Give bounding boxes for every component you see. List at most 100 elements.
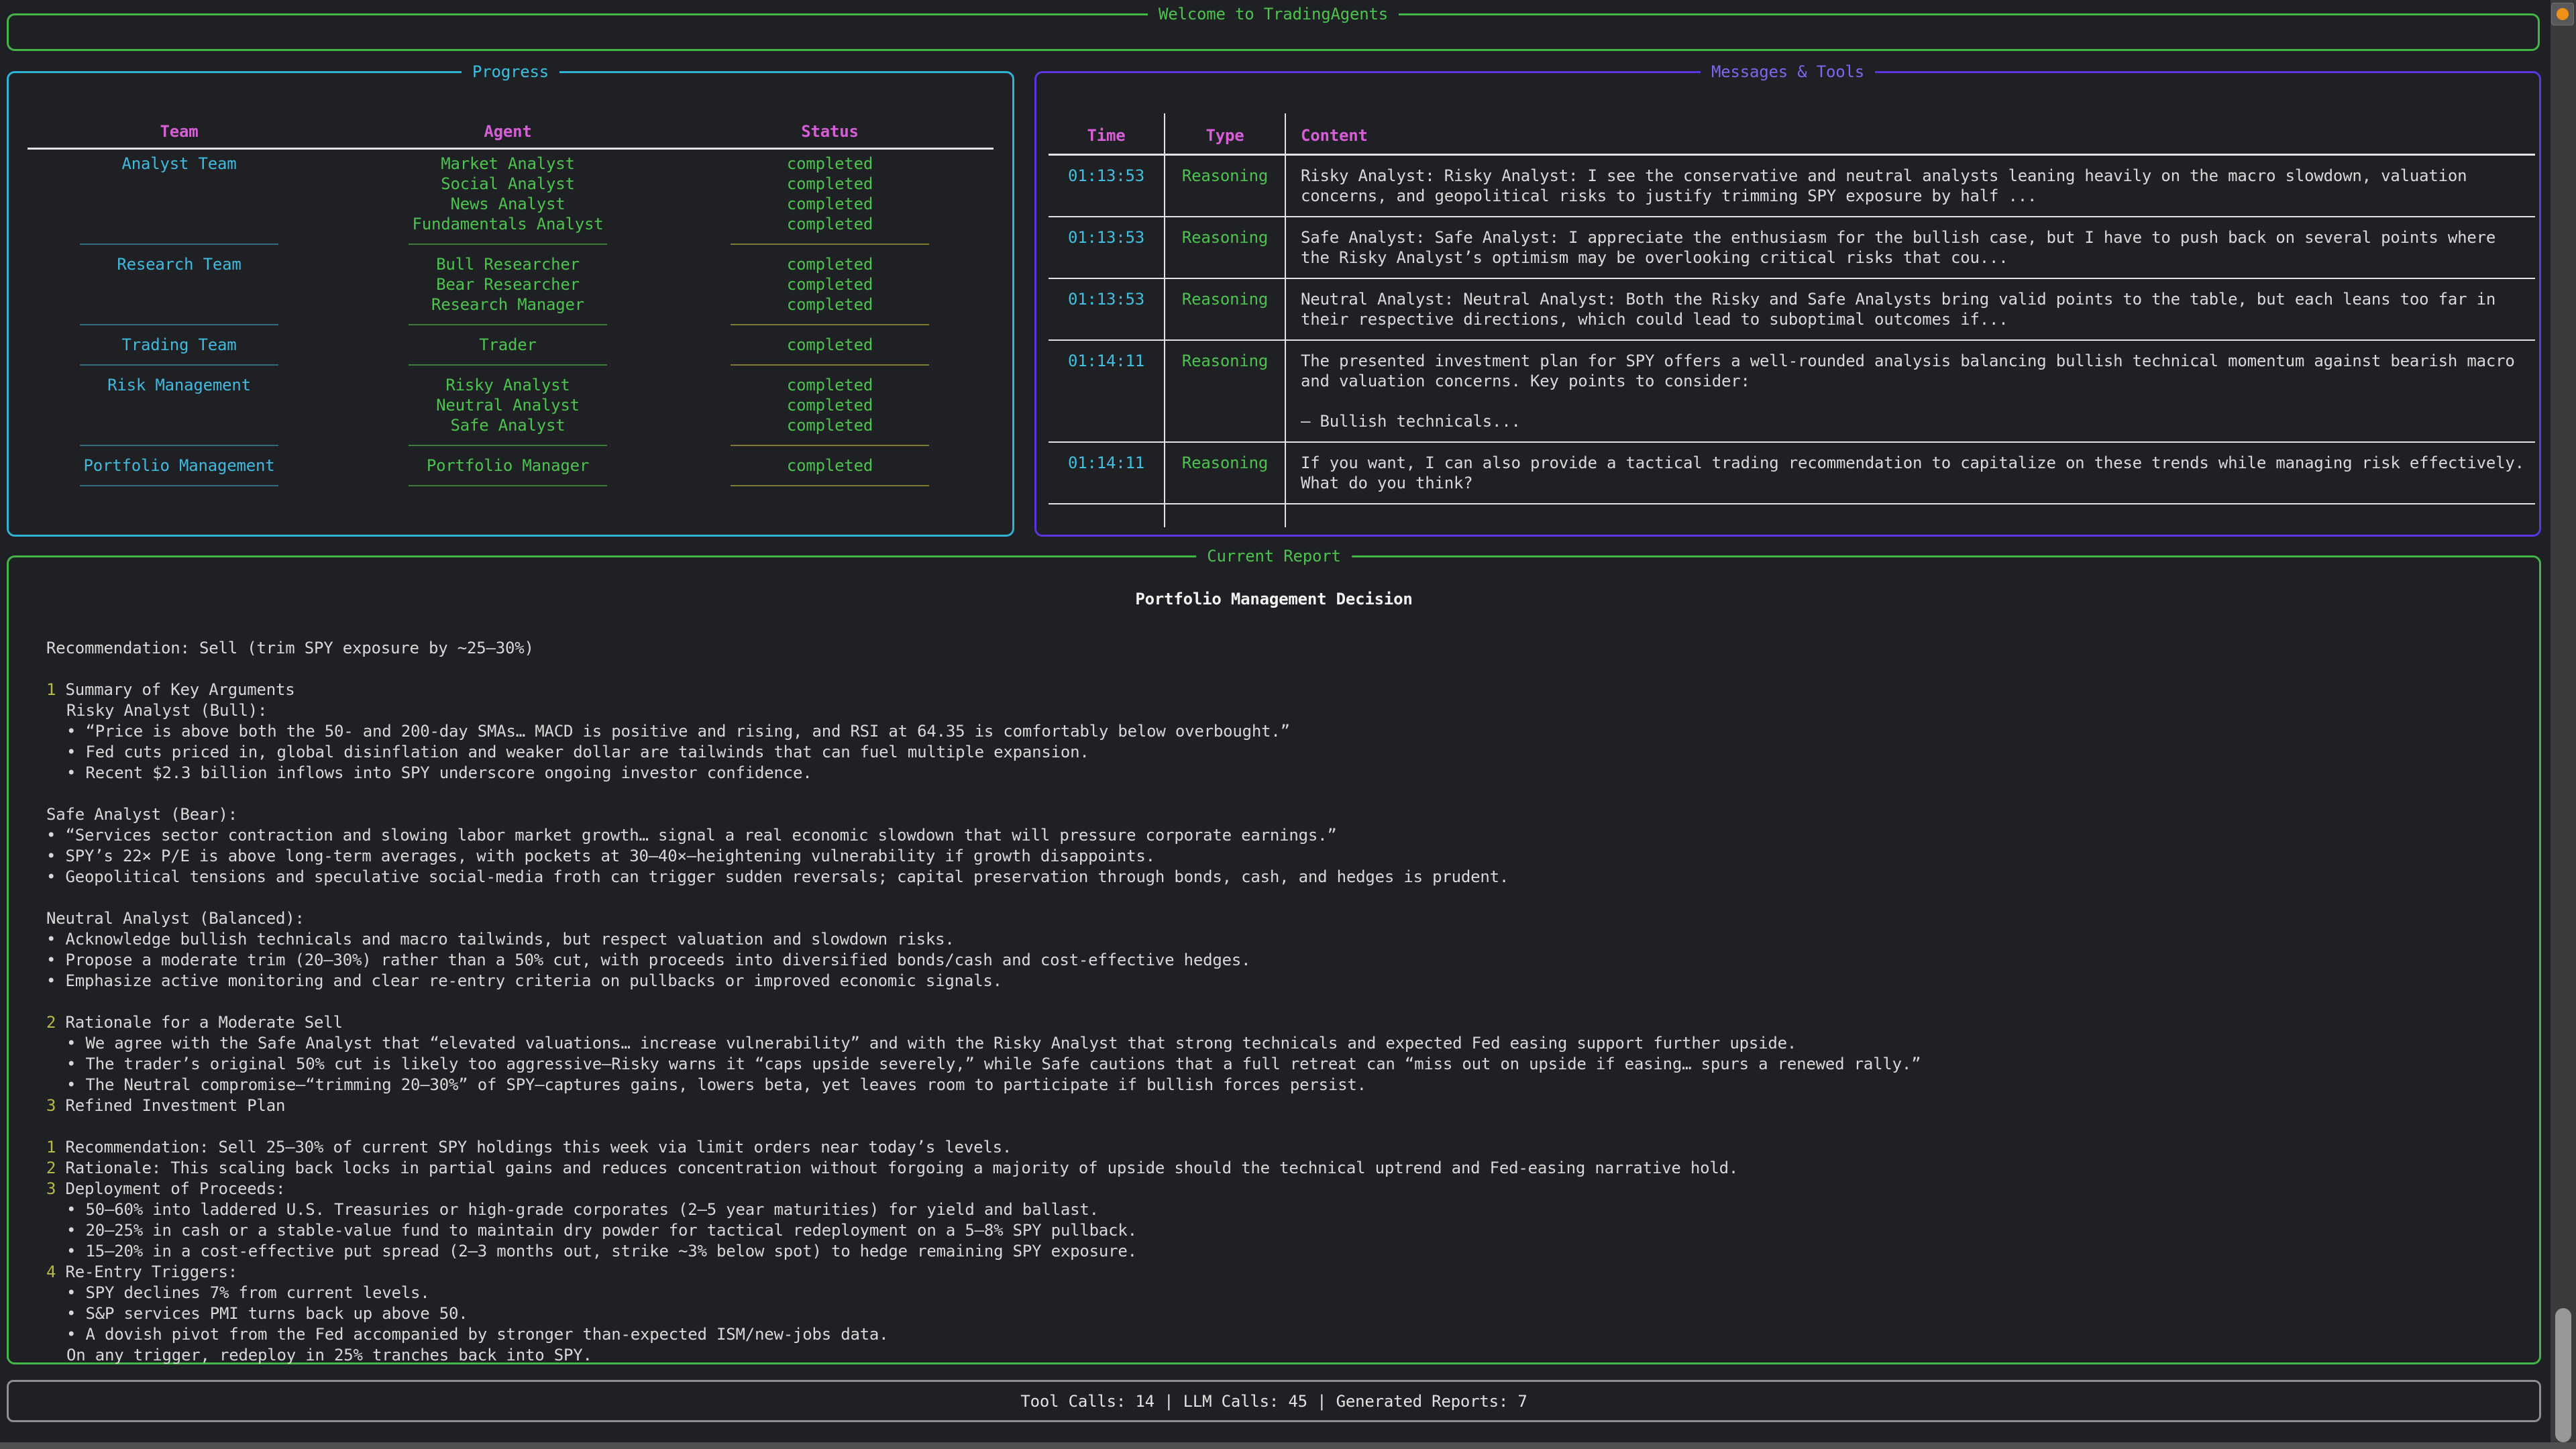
- current-report-panel: Current Report Portfolio Management Deci…: [7, 555, 2541, 1364]
- agent-status: completed: [682, 174, 977, 194]
- agent-name: News Analyst: [333, 194, 682, 214]
- agent-name: Bull Researcher: [333, 254, 682, 274]
- agent-name: Fundamentals Analyst: [333, 214, 682, 234]
- team-name: [25, 174, 333, 194]
- message-type: Reasoning: [1165, 279, 1286, 339]
- list-number: 2: [46, 1159, 56, 1177]
- agent-name: Research Manager: [333, 294, 682, 315]
- messages-table-filler: [1049, 504, 2535, 527]
- column-header-type: Type: [1165, 113, 1286, 154]
- report-line: • The Neutral compromise—“trimming 20–30…: [9, 1075, 2519, 1095]
- message-row: 01:14:11ReasoningIf you want, I can also…: [1049, 443, 2535, 504]
- message-content: Risky Analyst: Risky Analyst: I see the …: [1286, 156, 2535, 216]
- separator-line: [80, 324, 278, 325]
- welcome-title: Welcome to TradingAgents: [1148, 4, 1399, 24]
- report-line: • Emphasize active monitoring and clear …: [9, 971, 2519, 991]
- message-time: 01:13:53: [1049, 279, 1165, 339]
- report-line: • We agree with the Safe Analyst that “e…: [9, 1033, 2519, 1054]
- report-panel-title: Current Report: [1196, 546, 1352, 566]
- welcome-panel: Welcome to TradingAgents: [7, 13, 2540, 51]
- team-name: [25, 294, 333, 315]
- progress-row: Neutral Analystcompleted: [25, 395, 996, 415]
- report-line: 2 Rationale: This scaling back locks in …: [9, 1158, 2519, 1179]
- messages-table: Time Type Content 01:13:53ReasoningRisky…: [1049, 113, 2535, 527]
- agent-status: completed: [682, 335, 977, 355]
- messages-table-body: 01:13:53ReasoningRisky Analyst: Risky An…: [1049, 156, 2535, 504]
- report-line: Risky Analyst (Bull):: [9, 700, 2519, 721]
- progress-row: Bear Researchercompleted: [25, 274, 996, 294]
- team-name: [25, 395, 333, 415]
- column-header-time: Time: [1049, 113, 1165, 154]
- report-line: 3 Deployment of Proceeds:: [9, 1179, 2519, 1199]
- progress-panel: Progress Team Agent Status Analyst TeamM…: [7, 71, 1014, 537]
- separator-line: [409, 364, 607, 366]
- report-line: 4 Re-Entry Triggers:: [9, 1262, 2519, 1283]
- report-line: [9, 1116, 2519, 1137]
- progress-table-body: Analyst TeamMarket AnalystcompletedSocia…: [25, 154, 996, 496]
- agent-status: completed: [682, 294, 977, 315]
- agent-name: Trader: [333, 335, 682, 355]
- agent-status: completed: [682, 154, 977, 174]
- report-line: • Acknowledge bullish technicals and mac…: [9, 929, 2519, 950]
- progress-row: Fundamentals Analystcompleted: [25, 214, 996, 234]
- separator-line: [409, 244, 607, 245]
- message-time: 01:14:11: [1049, 341, 1165, 441]
- progress-row: Portfolio ManagementPortfolio Managercom…: [25, 455, 996, 476]
- team-name: Risk Management: [25, 375, 333, 395]
- agent-status: completed: [682, 415, 977, 435]
- report-line: On any trigger, redeploy in 25% tranches…: [9, 1345, 2519, 1366]
- report-line: • SPY’s 22× P/E is above long-term avera…: [9, 846, 2519, 867]
- agent-name: Bear Researcher: [333, 274, 682, 294]
- agent-status: completed: [682, 375, 977, 395]
- team-name: [25, 194, 333, 214]
- report-line: [9, 659, 2519, 680]
- messages-panel-title: Messages & Tools: [1701, 62, 1875, 82]
- progress-panel-title: Progress: [462, 62, 559, 82]
- report-line: 2 Rationale for a Moderate Sell: [9, 1012, 2519, 1033]
- message-row: 01:13:53ReasoningRisky Analyst: Risky An…: [1049, 156, 2535, 217]
- separator-line: [80, 445, 278, 446]
- new-output-dot-icon: [2557, 8, 2569, 20]
- report-line: • “Services sector contraction and slowi…: [9, 825, 2519, 846]
- column-header-team: Team: [25, 121, 333, 142]
- report-line: Safe Analyst (Bear):: [9, 804, 2519, 825]
- progress-group-separator: [25, 476, 996, 496]
- agent-status: completed: [682, 254, 977, 274]
- separator-line: [80, 364, 278, 366]
- separator-line: [731, 244, 929, 245]
- report-line: • The trader’s original 50% cut is likel…: [9, 1054, 2519, 1075]
- scrollbar-track[interactable]: [2551, 0, 2576, 1449]
- team-name: Portfolio Management: [25, 455, 333, 476]
- message-type: Reasoning: [1165, 156, 1286, 216]
- stats-footer-panel: Tool Calls: 14 | LLM Calls: 45 | Generat…: [7, 1380, 2541, 1422]
- report-line: • 15–20% in a cost-effective put spread …: [9, 1241, 2519, 1262]
- agent-name: Safe Analyst: [333, 415, 682, 435]
- report-line: • A dovish pivot from the Fed accompanie…: [9, 1324, 2519, 1345]
- agent-status: completed: [682, 455, 977, 476]
- messages-tools-panel: Messages & Tools Time Type Content 01:13…: [1034, 71, 2541, 537]
- report-body: Recommendation: Sell (trim SPY exposure …: [9, 638, 2519, 1366]
- separator-line: [409, 485, 607, 486]
- progress-table: Team Agent Status Analyst TeamMarket Ana…: [25, 121, 996, 496]
- agent-name: Social Analyst: [333, 174, 682, 194]
- report-line: 1 Summary of Key Arguments: [9, 680, 2519, 700]
- message-content: Neutral Analyst: Neutral Analyst: Both t…: [1286, 279, 2535, 339]
- column-header-status: Status: [682, 121, 977, 142]
- agent-status: completed: [682, 395, 977, 415]
- report-line: Neutral Analyst (Balanced):: [9, 908, 2519, 929]
- message-content: Safe Analyst: Safe Analyst: I appreciate…: [1286, 217, 2535, 278]
- report-line: • 20–25% in cash or a stable-value fund …: [9, 1220, 2519, 1241]
- stats-text: Tool Calls: 14 | LLM Calls: 45 | Generat…: [1020, 1392, 1527, 1411]
- message-row: 01:13:53ReasoningSafe Analyst: Safe Anal…: [1049, 217, 2535, 279]
- scrollbar-thumb[interactable]: [2555, 1308, 2571, 1442]
- separator-line: [409, 445, 607, 446]
- message-type: Reasoning: [1165, 341, 1286, 441]
- list-number: 3: [46, 1179, 56, 1198]
- separator-line: [80, 485, 278, 486]
- team-name: Analyst Team: [25, 154, 333, 174]
- column-header-content: Content: [1286, 113, 2535, 154]
- message-time: 01:14:11: [1049, 443, 1165, 503]
- list-number: 1: [46, 680, 56, 699]
- scroll-top-indicator[interactable]: [2551, 3, 2574, 25]
- message-type: Reasoning: [1165, 443, 1286, 503]
